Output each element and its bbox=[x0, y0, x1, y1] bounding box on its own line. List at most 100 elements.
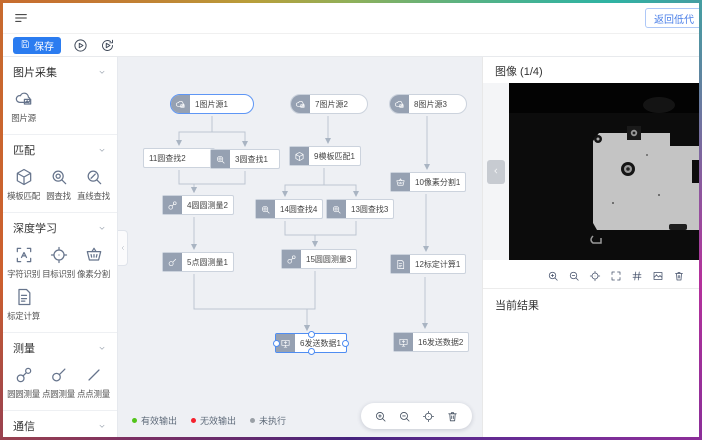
segment-icon bbox=[84, 245, 104, 265]
trash-icon[interactable] bbox=[446, 410, 459, 423]
sidebar-section-5: 通信 bbox=[3, 411, 117, 437]
run-button[interactable] bbox=[73, 38, 88, 53]
section-title[interactable]: 匹配 bbox=[3, 135, 117, 160]
tool-item-label: 标定计算 bbox=[7, 310, 40, 322]
flow-canvas[interactable]: 有效输出 无效输出 未执行 1图片源1 7图片源2 8图片源3 11圆查找2 3圆查找1… bbox=[118, 57, 482, 437]
flow-node-label: 4圆圆测量2 bbox=[182, 200, 233, 211]
panel-collapse-handle[interactable] bbox=[118, 230, 128, 266]
menu-icon[interactable] bbox=[13, 10, 29, 26]
locate-icon[interactable] bbox=[589, 269, 601, 281]
doc-calc-icon bbox=[391, 255, 410, 273]
capture-border-frame: 返回低代 保存 图片采集 图片源 匹配 模板匹配 圆查找 bbox=[0, 0, 702, 440]
node-handle-bottom[interactable] bbox=[308, 348, 315, 355]
flow-node-label: 16发送数据2 bbox=[413, 337, 468, 348]
node-handle-right[interactable] bbox=[342, 340, 349, 347]
legend-dot bbox=[191, 418, 196, 423]
section-title[interactable]: 通信 bbox=[3, 411, 117, 436]
status-legend: 有效输出 无效输出 未执行 bbox=[132, 414, 286, 427]
image-nav-strip bbox=[483, 83, 509, 260]
node-handle-top[interactable] bbox=[308, 331, 315, 338]
export-image-icon[interactable] bbox=[652, 269, 664, 281]
section-title-label: 测量 bbox=[13, 340, 35, 356]
flow-node-n7[interactable]: 7图片源2 bbox=[290, 94, 368, 114]
flow-node-n10[interactable]: 10像素分割1 bbox=[390, 172, 466, 192]
section-title[interactable]: 图片采集 bbox=[3, 57, 117, 82]
chevron-down-icon[interactable] bbox=[97, 421, 107, 431]
zoom-in-icon[interactable] bbox=[547, 269, 559, 281]
flow-node-n6[interactable]: 6发送数据1 bbox=[275, 333, 347, 353]
flow-node-label: 3圆查找1 bbox=[230, 154, 273, 165]
flow-node-n5[interactable]: 5点圆测量1 bbox=[162, 252, 234, 272]
section-title[interactable]: 深度学习 bbox=[3, 213, 117, 238]
flow-node-label: 12标定计算1 bbox=[410, 259, 465, 270]
flow-node-n8[interactable]: 8图片源3 bbox=[389, 94, 467, 114]
tool-item-label: 字符识别 bbox=[7, 268, 40, 280]
tool-item[interactable]: 图片源 bbox=[6, 89, 41, 124]
tool-item[interactable]: 模板匹配 bbox=[6, 167, 41, 202]
chevron-down-icon[interactable] bbox=[97, 223, 107, 233]
flow-node-label: 13圆查找3 bbox=[346, 204, 393, 215]
section-title[interactable]: 测量 bbox=[3, 333, 117, 358]
legend-label: 无效输出 bbox=[200, 414, 236, 427]
image-viewer bbox=[483, 83, 699, 260]
fullscreen-icon[interactable] bbox=[610, 269, 622, 281]
flow-node-n16[interactable]: 16发送数据2 bbox=[393, 332, 469, 352]
back-to-lowcode-button[interactable]: 返回低代 bbox=[645, 8, 699, 28]
legend-label: 有效输出 bbox=[141, 414, 177, 427]
flow-node-n4[interactable]: 4圆圆测量2 bbox=[162, 195, 234, 215]
tool-item-label: 直线查找 bbox=[77, 190, 110, 202]
tool-item[interactable]: 字符识别 bbox=[6, 245, 41, 280]
flow-node-n12[interactable]: 12标定计算1 bbox=[390, 254, 466, 274]
chevron-down-icon[interactable] bbox=[97, 67, 107, 77]
grid-icon[interactable] bbox=[631, 269, 643, 281]
section-title-label: 图片采集 bbox=[13, 64, 57, 80]
circle-find-icon bbox=[327, 200, 346, 218]
main-body: 图片采集 图片源 匹配 模板匹配 圆查找 直线查找 深度学习 bbox=[3, 57, 699, 437]
action-toolbar: 保存 bbox=[3, 34, 699, 57]
legend-item: 无效输出 bbox=[191, 414, 236, 427]
legend-label: 未执行 bbox=[259, 414, 286, 427]
flow-node-n9[interactable]: 9模板匹配1 bbox=[289, 146, 361, 166]
section-items: 模板匹配 圆查找 直线查找 bbox=[3, 160, 117, 208]
tool-item[interactable]: 圆圆测量 bbox=[6, 365, 41, 400]
zoom-out-icon[interactable] bbox=[568, 269, 580, 281]
legend-item: 有效输出 bbox=[132, 414, 177, 427]
tool-item-label: 圆圆测量 bbox=[7, 388, 40, 400]
tool-item-label: 目标识别 bbox=[42, 268, 75, 280]
trash-icon[interactable] bbox=[673, 269, 685, 281]
tool-item-label: 模板匹配 bbox=[7, 190, 40, 202]
flow-node-n13[interactable]: 13圆查找3 bbox=[326, 199, 394, 219]
flow-node-n1[interactable]: 1图片源1 bbox=[170, 94, 254, 114]
locate-icon[interactable] bbox=[422, 410, 435, 423]
zoom-out-icon[interactable] bbox=[398, 410, 411, 423]
tool-item[interactable]: 像素分割 bbox=[76, 245, 111, 280]
tool-item[interactable]: 目标识别 bbox=[41, 245, 76, 280]
save-button[interactable]: 保存 bbox=[13, 37, 61, 54]
tool-item[interactable]: 圆查找 bbox=[41, 167, 76, 202]
section-items bbox=[3, 436, 117, 437]
chevron-down-icon[interactable] bbox=[97, 145, 107, 155]
circle-circle-icon bbox=[282, 250, 301, 268]
tool-item[interactable]: 点圆测量 bbox=[41, 365, 76, 400]
section-title-label: 通信 bbox=[13, 418, 35, 434]
tool-item[interactable]: 直线查找 bbox=[76, 167, 111, 202]
results-empty-area bbox=[483, 321, 699, 437]
flow-node-n15[interactable]: 15圆圆测量3 bbox=[281, 249, 357, 269]
chevron-down-icon[interactable] bbox=[97, 343, 107, 353]
flow-node-n11[interactable]: 11圆查找2 bbox=[143, 148, 215, 168]
point-circle-icon bbox=[49, 365, 69, 385]
flow-edges bbox=[118, 57, 482, 437]
section-title-label: 深度学习 bbox=[13, 220, 57, 236]
prev-image-button[interactable] bbox=[487, 160, 505, 184]
run-continuous-button[interactable] bbox=[100, 38, 115, 53]
circle-find-icon bbox=[256, 200, 275, 218]
flow-node-label: 14圆查找4 bbox=[275, 204, 322, 215]
flow-node-n14[interactable]: 14圆查找4 bbox=[255, 199, 323, 219]
node-handle-left[interactable] bbox=[273, 340, 280, 347]
ocr-icon bbox=[14, 245, 34, 265]
zoom-in-icon[interactable] bbox=[374, 410, 387, 423]
image-result-panel: 图像 (1/4) bbox=[482, 57, 699, 437]
tool-item[interactable]: 点点测量 bbox=[76, 365, 111, 400]
tool-item[interactable]: 标定计算 bbox=[6, 287, 41, 322]
flow-node-n3[interactable]: 3圆查找1 bbox=[210, 149, 280, 169]
